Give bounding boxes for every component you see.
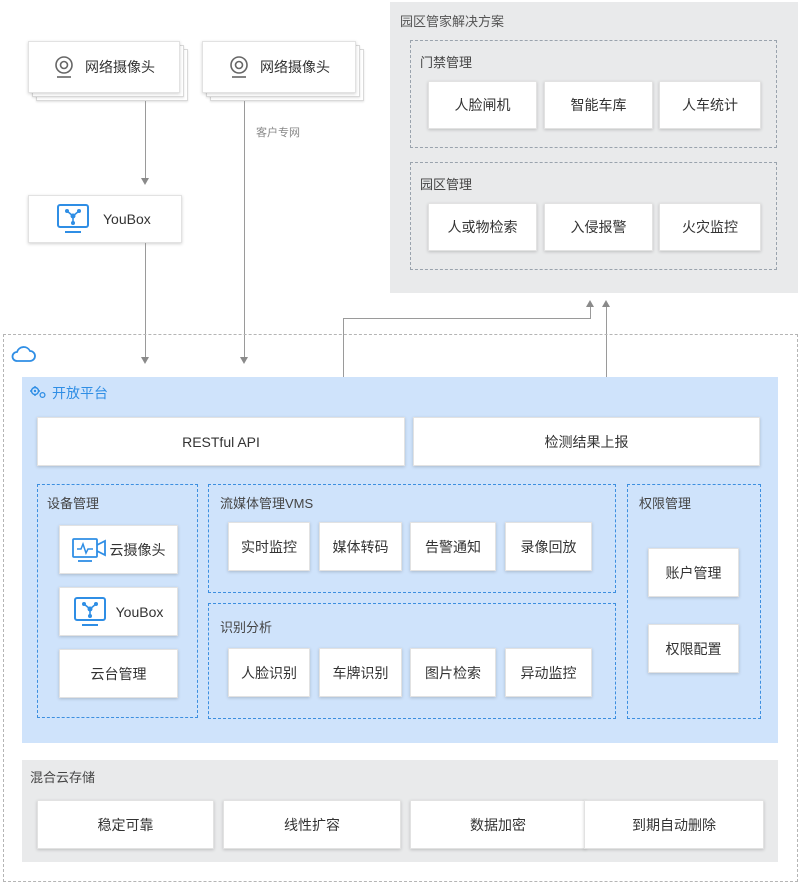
connector-line [343,318,591,319]
park-item[interactable]: 火灾监控 [659,203,761,251]
youbox-icon [73,596,106,627]
storage-item[interactable]: 线性扩容 [223,800,401,849]
permission-item[interactable]: 账户管理 [648,548,739,597]
camera-label: 网络摄像头 [85,59,155,75]
vms-item[interactable]: 实时监控 [228,522,310,571]
park-item[interactable]: 人或物检索 [428,203,537,251]
park-management-title: 园区管理 [420,177,473,192]
storage-item[interactable]: 数据加密 [410,800,586,849]
arrow-up-icon [586,300,594,307]
camera-card[interactable]: 网络摄像头 [202,41,356,93]
park-solution-panel: 园区管家解决方案 门禁管理 人脸闸机 智能车库 人车统计 园区管理 人或物检索 … [390,2,798,293]
recognition-group: 识别分析 人脸识别 车牌识别 图片检索 异动监控 [208,603,616,719]
cloud-camera-icon [71,537,106,563]
access-control-group: 门禁管理 人脸闸机 智能车库 人车统计 [410,40,777,148]
open-platform-title: 开放平台 [52,385,108,401]
vms-item[interactable]: 录像回放 [505,522,592,571]
vms-title: 流媒体管理VMS [220,496,314,511]
customer-network-label: 客户专网 [256,127,300,139]
permissions-group: 权限管理 账户管理 权限配置 [627,484,761,719]
connector-line [244,101,245,357]
access-item[interactable]: 人车统计 [659,81,761,129]
camera-label: 网络摄像头 [260,59,330,75]
access-item[interactable]: 人脸闸机 [428,81,537,129]
webcam-icon [53,55,75,79]
youbox-icon [57,204,89,234]
restful-api-card[interactable]: RESTful API [37,417,405,466]
arrow-up-icon [602,300,610,307]
gear-icon [29,384,47,405]
youbox-label: YouBox [103,211,151,227]
recognition-item[interactable]: 车牌识别 [319,648,402,697]
recognition-item[interactable]: 图片检索 [410,648,496,697]
vms-item[interactable]: 告警通知 [410,522,496,571]
youbox-device-card[interactable]: YouBox [59,587,178,636]
connector-line [590,307,591,319]
recognition-item[interactable]: 人脸识别 [228,648,310,697]
vms-item[interactable]: 媒体转码 [319,522,402,571]
recognition-title: 识别分析 [220,620,273,635]
storage-title: 混合云存储 [30,770,96,785]
park-management-group: 园区管理 人或物检索 入侵报警 火灾监控 [410,162,777,270]
camera-card[interactable]: 网络摄像头 [28,41,180,93]
device-management-title: 设备管理 [47,496,100,511]
recognition-item[interactable]: 异动监控 [505,648,592,697]
storage-panel: 混合云存储 稳定可靠 线性扩容 数据加密 到期自动删除 [22,760,778,862]
webcam-icon [228,55,250,79]
permission-item[interactable]: 权限配置 [648,624,739,673]
permissions-title: 权限管理 [639,496,692,511]
cloud-camera-card[interactable]: 云摄像头 [59,525,178,574]
open-platform-panel: 开放平台 RESTful API 检测结果上报 设备管理 云摄像头 YouBox… [22,377,778,743]
park-item[interactable]: 入侵报警 [544,203,653,251]
access-item[interactable]: 智能车库 [544,81,653,129]
youbox-card[interactable]: YouBox [28,195,182,243]
connector-line [145,101,146,179]
access-control-title: 门禁管理 [420,55,473,70]
storage-item[interactable]: 稳定可靠 [37,800,214,849]
cloud-icon [10,344,36,369]
park-solution-title: 园区管家解决方案 [400,14,505,29]
vms-group: 流媒体管理VMS 实时监控 媒体转码 告警通知 录像回放 [208,484,616,593]
cloud-camera-label: 云摄像头 [109,541,166,558]
ptz-management-card[interactable]: 云台管理 [59,649,178,698]
device-management-group: 设备管理 云摄像头 YouBox 云台管理 [37,484,198,718]
youbox-device-label: YouBox [115,603,164,620]
detection-report-card[interactable]: 检测结果上报 [413,417,760,466]
arrow-down-icon [141,178,149,185]
storage-item[interactable]: 到期自动删除 [584,800,764,849]
